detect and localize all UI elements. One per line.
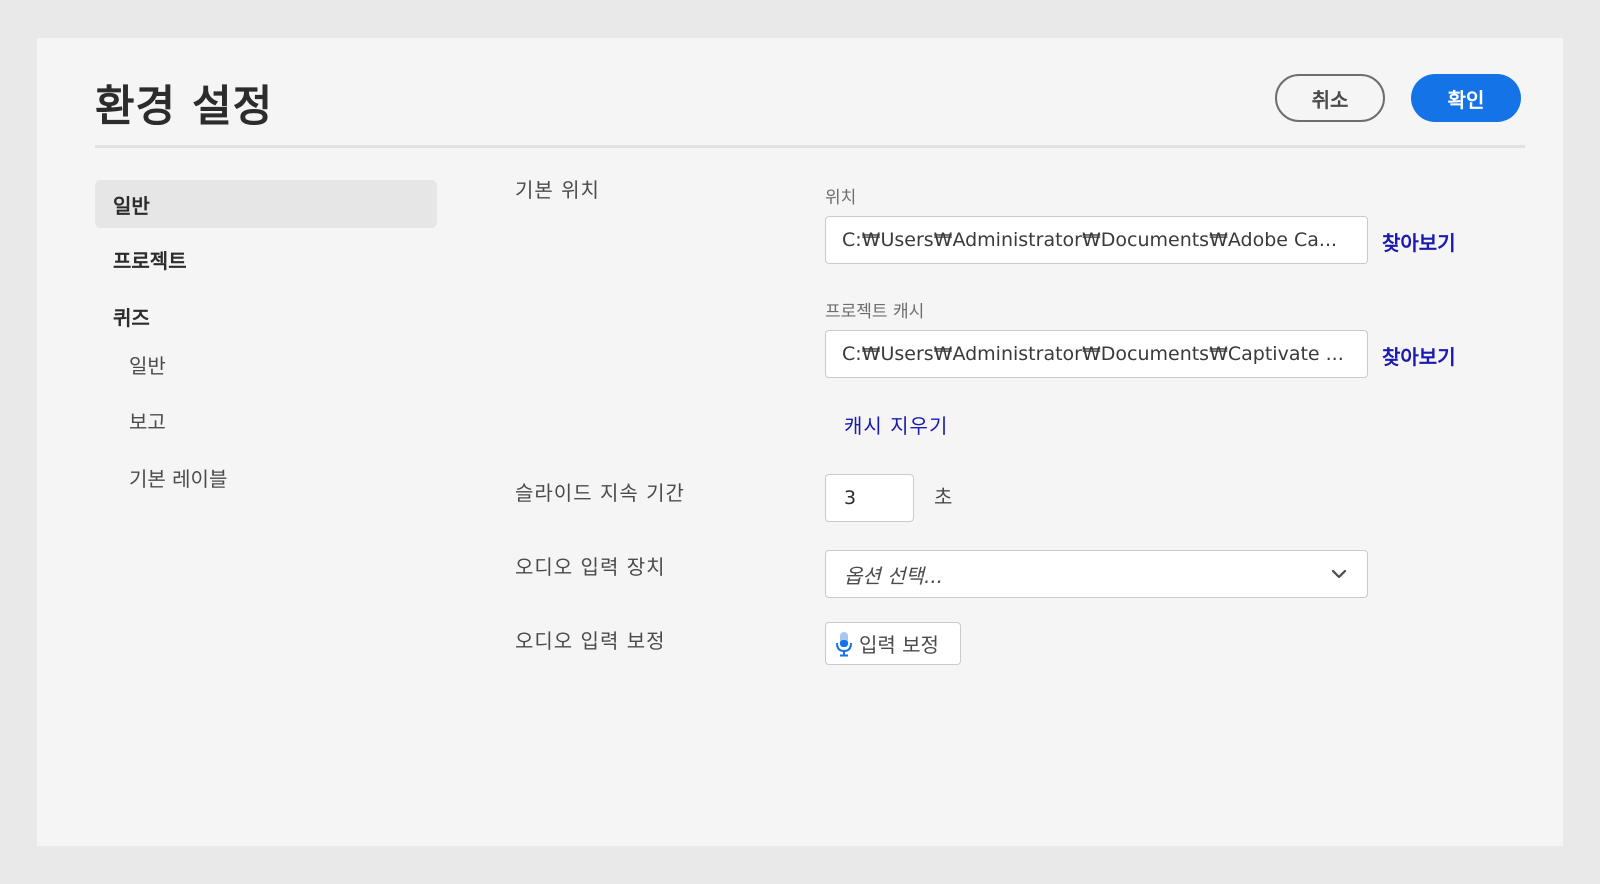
sidebar-item-general[interactable]: 일반 <box>95 180 437 228</box>
header-divider <box>95 145 1525 148</box>
sidebar-item-quiz-default-labels[interactable]: 기본 레이블 <box>95 453 437 501</box>
slide-duration-unit: 초 <box>934 485 953 509</box>
browse-location-link[interactable]: 찾아보기 <box>1382 227 1456 256</box>
cancel-button[interactable]: 취소 <box>1275 74 1385 122</box>
ok-button[interactable]: 확인 <box>1411 74 1521 122</box>
calibrate-input-label: 입력 보정 <box>859 633 939 657</box>
project-cache-value: C:₩Users₩Administrator₩Documents₩Captiva… <box>842 343 1344 365</box>
sidebar-item-quiz-reporting[interactable]: 보고 <box>95 396 437 444</box>
location-caption: 위치 <box>825 188 857 208</box>
browse-cache-link[interactable]: 찾아보기 <box>1382 341 1456 370</box>
sidebar-item-quiz[interactable]: 퀴즈 <box>95 292 437 340</box>
preferences-dialog: 환경 설정 취소 확인 일반 프로젝트 퀴즈 일반 보고 기본 레이블 기본 위… <box>37 38 1563 846</box>
chevron-down-icon <box>1329 564 1349 584</box>
slide-duration-input[interactable]: 3 <box>825 474 914 522</box>
sidebar-item-quiz-general[interactable]: 일반 <box>95 340 437 388</box>
project-cache-field[interactable]: C:₩Users₩Administrator₩Documents₩Captiva… <box>825 330 1368 378</box>
slide-duration-label: 슬라이드 지속 기간 <box>515 481 685 505</box>
audio-input-device-placeholder: 옵션 선택... <box>844 563 944 588</box>
location-field[interactable]: C:₩Users₩Administrator₩Documents₩Adobe C… <box>825 216 1368 264</box>
page-title: 환경 설정 <box>95 82 274 132</box>
location-value: C:₩Users₩Administrator₩Documents₩Adobe C… <box>842 229 1338 251</box>
calibrate-input-button[interactable]: 입력 보정 <box>825 622 961 665</box>
clear-cache-link[interactable]: 캐시 지우기 <box>844 410 948 439</box>
microphone-icon <box>835 631 853 657</box>
project-cache-caption: 프로젝트 캐시 <box>825 302 925 322</box>
audio-input-device-label: 오디오 입력 장치 <box>515 555 666 579</box>
sidebar-item-project[interactable]: 프로젝트 <box>95 235 437 283</box>
default-location-label: 기본 위치 <box>515 178 600 202</box>
audio-calibration-label: 오디오 입력 보정 <box>515 629 666 653</box>
audio-input-device-select[interactable]: 옵션 선택... <box>825 550 1368 598</box>
